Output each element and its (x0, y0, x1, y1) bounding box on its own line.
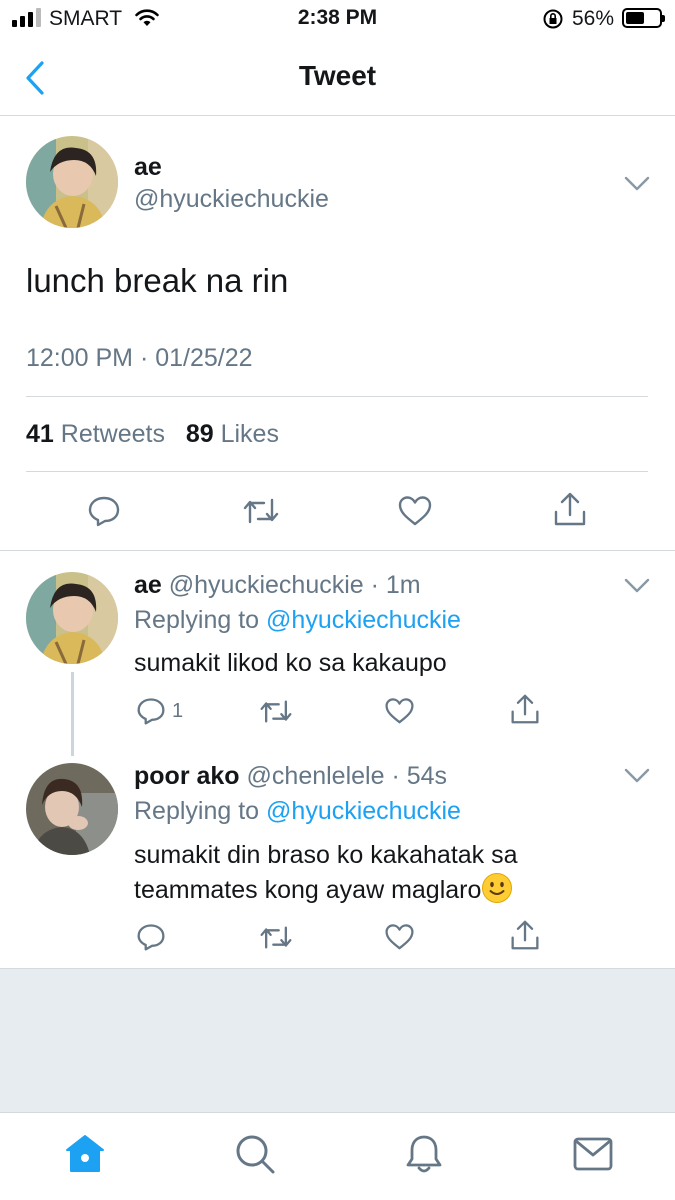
tab-search[interactable] (234, 1133, 276, 1180)
like-button[interactable] (397, 495, 433, 527)
page-title: Tweet (298, 60, 377, 91)
reply-text-line: sumakit din braso ko kakahatak sa (134, 841, 518, 869)
status-bar: SMART 2:38 PM 56% (0, 0, 675, 40)
share-icon (554, 492, 586, 526)
share-button[interactable] (553, 491, 587, 527)
home-icon (66, 1135, 104, 1172)
tweet-options-button[interactable] (624, 176, 650, 192)
replying-to: Replying to @hyuckiechuckie (134, 797, 461, 826)
reply-button[interactable]: 1 (136, 696, 183, 726)
like-icon (385, 698, 414, 724)
share-button[interactable] (510, 919, 540, 951)
separator-dot: · (363, 571, 386, 599)
battery-icon (622, 8, 665, 28)
like-button[interactable] (384, 697, 415, 725)
reply-text: sumakit din braso ko kakahatak sa teamma… (134, 838, 518, 907)
navigation-bar: Tweet (0, 40, 675, 116)
author-avatar[interactable] (26, 136, 118, 228)
share-icon (511, 694, 539, 724)
divider (26, 471, 648, 472)
chevron-down-icon (624, 176, 650, 191)
search-icon (236, 1135, 275, 1174)
retweet-button[interactable] (259, 924, 293, 951)
reply-time: 54s (406, 762, 448, 790)
retweet-count[interactable]: 41 (26, 420, 54, 449)
like-icon (385, 924, 414, 950)
slightly-smiling-face-icon (482, 873, 513, 903)
tweet-stats: 41 Retweets 89 Likes (26, 420, 279, 449)
mention-link[interactable]: @hyuckiechuckie (266, 797, 461, 825)
chevron-down-icon (624, 578, 650, 593)
battery-percent: 56% (572, 7, 615, 30)
like-icon (398, 496, 432, 526)
tab-bar (0, 1112, 675, 1200)
messages-icon (573, 1137, 613, 1171)
reply-button[interactable] (136, 922, 166, 952)
reply-options-button[interactable] (624, 768, 650, 784)
retweet-icon (260, 926, 292, 949)
reply-icon (137, 924, 165, 951)
tab-notifications[interactable] (403, 1133, 445, 1180)
reply-header: poor ako @chenlelele · 54s (134, 762, 447, 791)
like-button[interactable] (384, 923, 415, 951)
reply-author-handle[interactable]: @chenlelele (247, 762, 385, 790)
chevron-down-icon (624, 768, 650, 783)
notifications-icon (406, 1135, 442, 1173)
mention-link[interactable]: @hyuckiechuckie (266, 606, 461, 634)
retweet-icon (243, 498, 279, 524)
share-icon (511, 920, 539, 950)
reply-text-line: teammates kong ayaw maglaro (134, 876, 482, 904)
reply-header: ae @hyuckiechuckie · 1m (134, 571, 421, 600)
tab-home[interactable] (64, 1133, 106, 1180)
like-label[interactable]: Likes (221, 420, 279, 449)
reply-text: sumakit likod ko sa kakaupo (134, 649, 447, 677)
reply-icon (137, 698, 165, 725)
reply-author-handle[interactable]: @hyuckiechuckie (169, 571, 364, 599)
divider (0, 550, 675, 551)
reply-time: 1m (385, 571, 421, 599)
replying-label: Replying to (134, 797, 260, 825)
retweet-icon (260, 700, 292, 723)
reply-avatar[interactable] (26, 572, 118, 664)
empty-area (0, 968, 675, 1112)
author-name[interactable]: ae (134, 153, 162, 182)
tweet-timestamp: 12:00 PM · 01/25/22 (26, 344, 253, 372)
divider (26, 396, 648, 397)
reply-count: 1 (172, 699, 184, 722)
author-handle[interactable]: @hyuckiechuckie (134, 185, 329, 214)
rotation-lock-icon (542, 8, 564, 35)
retweet-label[interactable]: Retweets (61, 420, 165, 449)
thread-connector (71, 672, 74, 756)
reply-options-button[interactable] (624, 578, 650, 594)
reply-author-name[interactable]: poor ako (134, 762, 240, 790)
replying-to: Replying to @hyuckiechuckie (134, 606, 461, 635)
reply-author-name[interactable]: ae (134, 571, 162, 599)
reply-avatar[interactable] (26, 763, 118, 855)
retweet-button[interactable] (259, 698, 293, 725)
separator-dot: · (384, 762, 407, 790)
share-button[interactable] (510, 693, 540, 725)
tweet-text: lunch break na rin (26, 262, 289, 299)
replying-label: Replying to (134, 606, 260, 634)
retweet-button[interactable] (242, 496, 280, 526)
like-count[interactable]: 89 (186, 420, 214, 449)
reply-icon (88, 496, 120, 527)
reply-button[interactable] (87, 494, 121, 528)
tab-messages[interactable] (572, 1135, 614, 1178)
